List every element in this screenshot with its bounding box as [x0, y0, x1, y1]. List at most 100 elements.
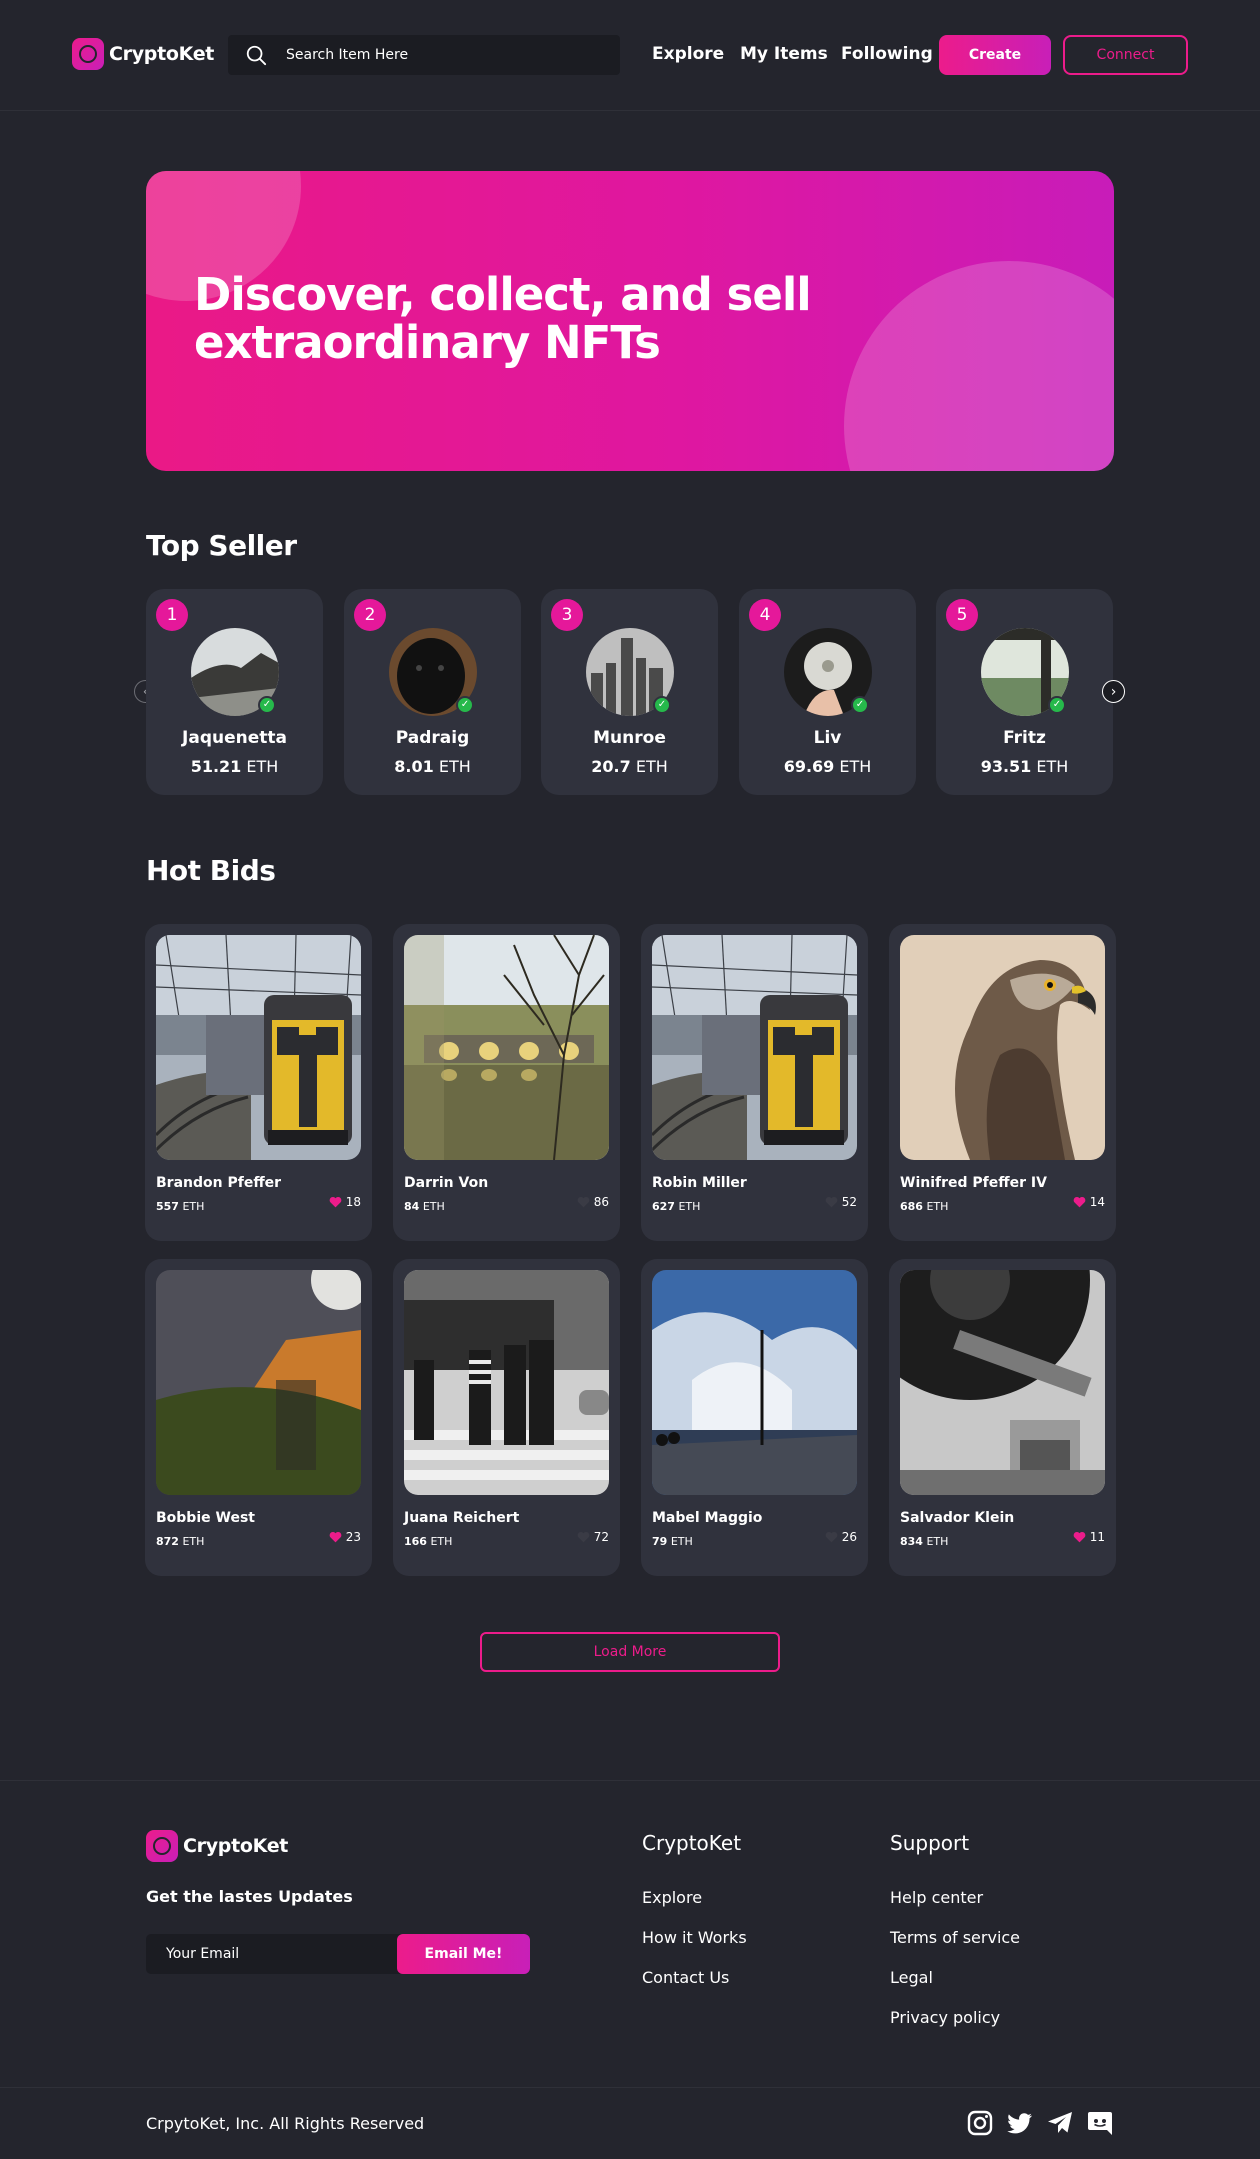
seller-name: Liv — [813, 728, 842, 748]
nft-card[interactable]: Mabel Maggio 79 ETH 26 — [641, 1259, 868, 1576]
nft-image[interactable] — [900, 1270, 1105, 1495]
seller-card[interactable]: 5 ✓ Fritz 93.51 ETH — [936, 589, 1113, 795]
nft-price: 166 ETH — [404, 1535, 453, 1548]
nft-price: 872 ETH — [156, 1535, 205, 1548]
like-button[interactable]: 14 — [1073, 1195, 1105, 1209]
email-input[interactable] — [166, 1934, 406, 1974]
footer-link-privacy[interactable]: Privacy policy — [890, 2008, 1000, 2027]
nft-name: Winifred Pfeffer IV — [900, 1175, 1047, 1191]
newsletter-heading: Get the lastes Updates — [146, 1887, 353, 1906]
heart-icon — [329, 1196, 342, 1208]
seller-rank-badge: 1 — [156, 599, 188, 631]
nft-image[interactable] — [156, 1270, 361, 1495]
footer-link-legal[interactable]: Legal — [890, 1968, 933, 1987]
like-button[interactable]: 86 — [577, 1195, 609, 1209]
nav-link-following[interactable]: Following — [841, 44, 933, 64]
footer: CryptoKet Get the lastes Updates Email M… — [0, 1780, 1260, 2159]
nft-card[interactable]: Winifred Pfeffer IV 686 ETH 14 — [889, 924, 1116, 1241]
seller-name: Jaquenetta — [182, 728, 287, 748]
seller-card[interactable]: 1 ✓ Jaquenetta 51.21 ETH — [146, 589, 323, 795]
brand-name: CryptoKet — [109, 43, 215, 65]
seller-card[interactable]: 3 ✓ Munroe 20.7 ETH — [541, 589, 718, 795]
footer-brand-logo[interactable]: CryptoKet — [146, 1830, 288, 1862]
footer-brand-name: CryptoKet — [183, 1835, 289, 1857]
seller-amount: 8.01 ETH — [394, 757, 471, 776]
footer-link-terms[interactable]: Terms of service — [890, 1928, 1020, 1947]
search-icon[interactable] — [245, 44, 267, 66]
nft-name: Darrin Von — [404, 1175, 489, 1191]
nft-image[interactable] — [652, 1270, 857, 1495]
nft-image[interactable] — [404, 1270, 609, 1495]
telegram-icon[interactable] — [1046, 2109, 1074, 2137]
seller-amount: 93.51 ETH — [980, 757, 1069, 776]
nft-image[interactable] — [900, 935, 1105, 1160]
footer-link-explore[interactable]: Explore — [642, 1888, 702, 1907]
like-button[interactable]: 52 — [825, 1195, 857, 1209]
nft-card[interactable]: Salvador Klein 834 ETH 11 — [889, 1259, 1116, 1576]
like-count: 72 — [593, 1530, 609, 1544]
newsletter-form: Email Me! — [146, 1934, 530, 1974]
heart-icon — [577, 1196, 590, 1208]
seller-rank-badge: 5 — [946, 599, 978, 631]
like-button[interactable]: 72 — [577, 1530, 609, 1544]
seller-card[interactable]: 2 ✓ Padraig 8.01 ETH — [344, 589, 521, 795]
footer-link-how-it-works[interactable]: How it Works — [642, 1928, 747, 1947]
logo-icon — [72, 38, 104, 70]
load-more-button[interactable]: Load More — [480, 1632, 780, 1672]
email-me-button[interactable]: Email Me! — [397, 1934, 530, 1974]
nft-card[interactable]: Brandon Pfeffer 557 ETH 18 — [145, 924, 372, 1241]
heart-icon — [1073, 1531, 1086, 1543]
search-input[interactable] — [286, 35, 606, 75]
nft-name: Mabel Maggio — [652, 1510, 763, 1526]
like-button[interactable]: 11 — [1073, 1530, 1105, 1544]
like-count: 52 — [841, 1195, 857, 1209]
footer-col-title-support: Support — [890, 1831, 970, 1855]
nft-name: Salvador Klein — [900, 1510, 1015, 1526]
heart-icon — [825, 1531, 838, 1543]
navbar: CryptoKet Explore My Items Following Cre… — [0, 0, 1260, 111]
nft-price: 834 ETH — [900, 1535, 949, 1548]
nft-name: Brandon Pfeffer — [156, 1175, 282, 1191]
heart-icon — [329, 1531, 342, 1543]
footer-col-title-cryptoket: CryptoKet — [642, 1831, 742, 1855]
nft-image[interactable] — [156, 935, 361, 1160]
like-button[interactable]: 18 — [329, 1195, 361, 1209]
twitter-icon[interactable] — [1006, 2109, 1034, 2137]
nft-card[interactable]: Bobbie West 872 ETH 23 — [145, 1259, 372, 1576]
nft-image[interactable] — [652, 935, 857, 1160]
seller-amount: 51.21 ETH — [190, 757, 279, 776]
hero-title: Discover, collect, and sell extraordinar… — [194, 268, 812, 369]
like-button[interactable]: 26 — [825, 1530, 857, 1544]
copyright-text: CrpytoKet, Inc. All Rights Reserved — [146, 2114, 425, 2133]
nft-card[interactable]: Robin Miller 627 ETH 52 — [641, 924, 868, 1241]
footer-link-help-center[interactable]: Help center — [890, 1888, 983, 1907]
seller-card[interactable]: 4 ✓ Liv 69.69 ETH — [739, 589, 916, 795]
seller-name: Munroe — [593, 728, 666, 748]
brand-logo[interactable]: CryptoKet — [72, 38, 214, 70]
seller-name: Padraig — [395, 728, 470, 748]
seller-name: Fritz — [1003, 728, 1046, 748]
carousel-next-button[interactable]: › — [1102, 680, 1125, 703]
like-count: 26 — [841, 1530, 857, 1544]
heart-icon — [825, 1196, 838, 1208]
chevron-right-icon: › — [1110, 683, 1117, 700]
like-button[interactable]: 23 — [329, 1530, 361, 1544]
nft-image[interactable] — [404, 935, 609, 1160]
seller-rank-badge: 2 — [354, 599, 386, 631]
nft-card[interactable]: Darrin Von 84 ETH 86 — [393, 924, 620, 1241]
search-bar — [228, 35, 620, 75]
footer-link-contact-us[interactable]: Contact Us — [642, 1968, 729, 1987]
logo-icon — [146, 1830, 178, 1862]
heart-icon — [577, 1531, 590, 1543]
instagram-icon[interactable] — [966, 2109, 994, 2137]
create-button[interactable]: Create — [939, 35, 1051, 75]
nft-card[interactable]: Juana Reichert 166 ETH 72 — [393, 1259, 620, 1576]
discord-icon[interactable] — [1086, 2109, 1114, 2137]
nft-price: 79 ETH — [652, 1535, 693, 1548]
like-count: 86 — [593, 1195, 609, 1209]
seller-rank-badge: 3 — [551, 599, 583, 631]
like-count: 11 — [1089, 1530, 1105, 1544]
nav-link-explore[interactable]: Explore — [652, 44, 724, 64]
connect-button[interactable]: Connect — [1063, 35, 1188, 75]
nav-link-my-items[interactable]: My Items — [740, 44, 828, 64]
